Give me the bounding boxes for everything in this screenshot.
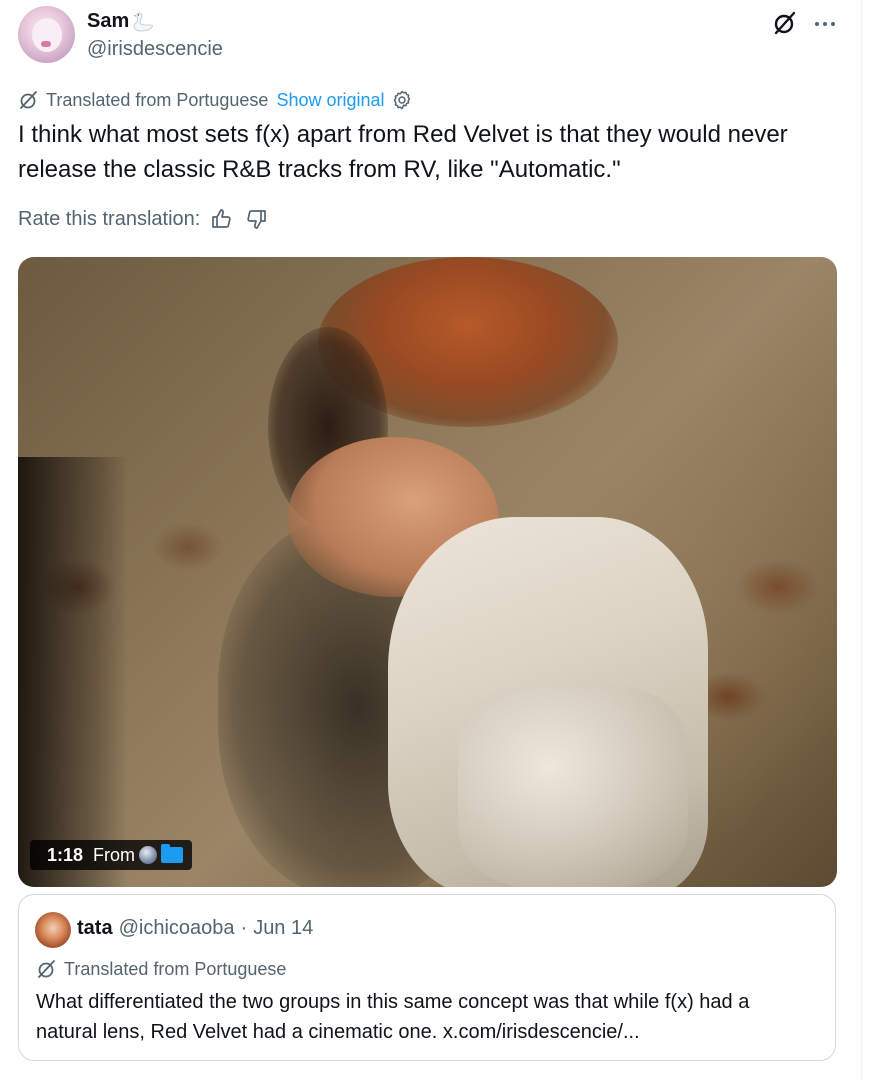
grok-icon[interactable] bbox=[772, 10, 798, 36]
quoted-handle[interactable]: @ichicoaoba bbox=[119, 917, 235, 940]
swan-emoji-icon bbox=[133, 12, 154, 31]
translation-label: Translated from Portuguese bbox=[46, 89, 269, 110]
timeline-border bbox=[861, 0, 862, 1080]
avatar-bow bbox=[41, 41, 51, 47]
video-duration-badge: 1:18 From bbox=[30, 840, 193, 870]
name-row[interactable]: Sam bbox=[87, 10, 155, 33]
quoted-avatar[interactable] bbox=[35, 912, 71, 948]
quoted-separator: · bbox=[240, 917, 248, 939]
translation-row: Translated from Portuguese Show original bbox=[18, 89, 413, 111]
display-name[interactable]: Sam bbox=[87, 10, 129, 33]
quoted-post[interactable]: tata @ichicoaoba · Jun 14 Translated fro… bbox=[18, 894, 836, 1061]
rate-translation-label: Rate this translation: bbox=[18, 207, 201, 230]
folder-icon bbox=[161, 844, 184, 863]
video-frame-shadow bbox=[18, 457, 128, 887]
quoted-date[interactable]: Jun 14 bbox=[253, 917, 313, 940]
globe-icon bbox=[139, 846, 158, 864]
show-original-link[interactable]: Show original bbox=[276, 90, 384, 111]
video-duration: 1:18 bbox=[47, 844, 84, 865]
thumbs-up-icon[interactable] bbox=[210, 207, 234, 231]
quoted-meta: tata @ichicoaoba · Jun 14 bbox=[77, 917, 313, 940]
post-text: I think what most sets f(x) apart from R… bbox=[18, 121, 788, 183]
quoted-text: What differentiated the two groups in th… bbox=[36, 991, 750, 1043]
translate-icon bbox=[38, 960, 55, 978]
video-source[interactable]: From bbox=[93, 844, 184, 866]
quoted-translation-row: Translated from Portuguese bbox=[36, 958, 286, 980]
video-from-label: From bbox=[93, 844, 136, 865]
avatar[interactable] bbox=[18, 6, 75, 63]
rate-translation-row: Rate this translation: bbox=[18, 207, 268, 231]
more-icon[interactable] bbox=[811, 12, 839, 36]
settings-icon[interactable] bbox=[391, 89, 413, 111]
video-player[interactable]: 1:18 From bbox=[18, 257, 837, 887]
translate-icon bbox=[20, 91, 37, 109]
quoted-display-name[interactable]: tata bbox=[77, 917, 113, 940]
video-frame-dress-highlight bbox=[458, 687, 688, 887]
post-header: Sam @irisdescencie bbox=[18, 6, 838, 66]
quoted-translation-label: Translated from Portuguese bbox=[64, 958, 287, 979]
user-handle[interactable]: @irisdescencie bbox=[87, 38, 223, 61]
thumbs-down-icon[interactable] bbox=[244, 207, 268, 231]
